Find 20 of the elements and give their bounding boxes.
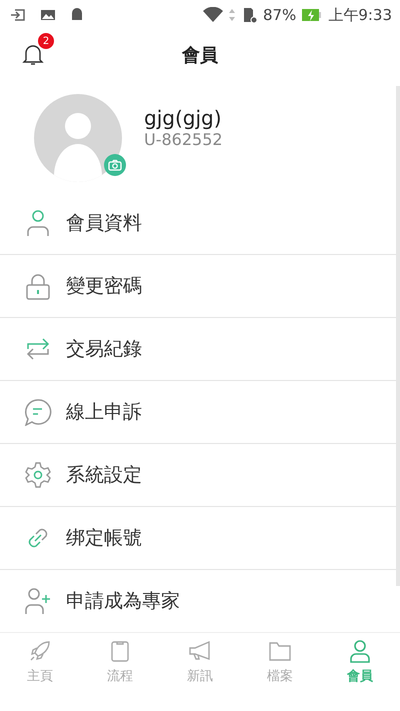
- battery-charging-icon: [302, 8, 322, 22]
- person-icon: [348, 639, 372, 663]
- data-arrows-icon: [228, 8, 235, 22]
- notification-badge: 2: [38, 33, 54, 49]
- add-person-icon: [24, 587, 52, 615]
- camera-icon[interactable]: [104, 154, 126, 176]
- status-time: 上午9:33: [328, 6, 392, 24]
- chat-icon: [24, 398, 52, 426]
- settings-icon: [24, 461, 52, 489]
- user-id: U-862552: [144, 130, 223, 148]
- avatar[interactable]: [34, 94, 122, 182]
- lock-icon: [24, 272, 52, 300]
- rocket-icon: [28, 639, 52, 663]
- usb-icon: [10, 8, 26, 22]
- megaphone-icon: [188, 639, 212, 663]
- user-name: gjg(gjg): [144, 106, 222, 130]
- image-icon: [40, 8, 56, 22]
- wifi-icon: [202, 7, 223, 23]
- page-title: 會員: [182, 44, 218, 67]
- battery-percent: 87%: [262, 6, 296, 24]
